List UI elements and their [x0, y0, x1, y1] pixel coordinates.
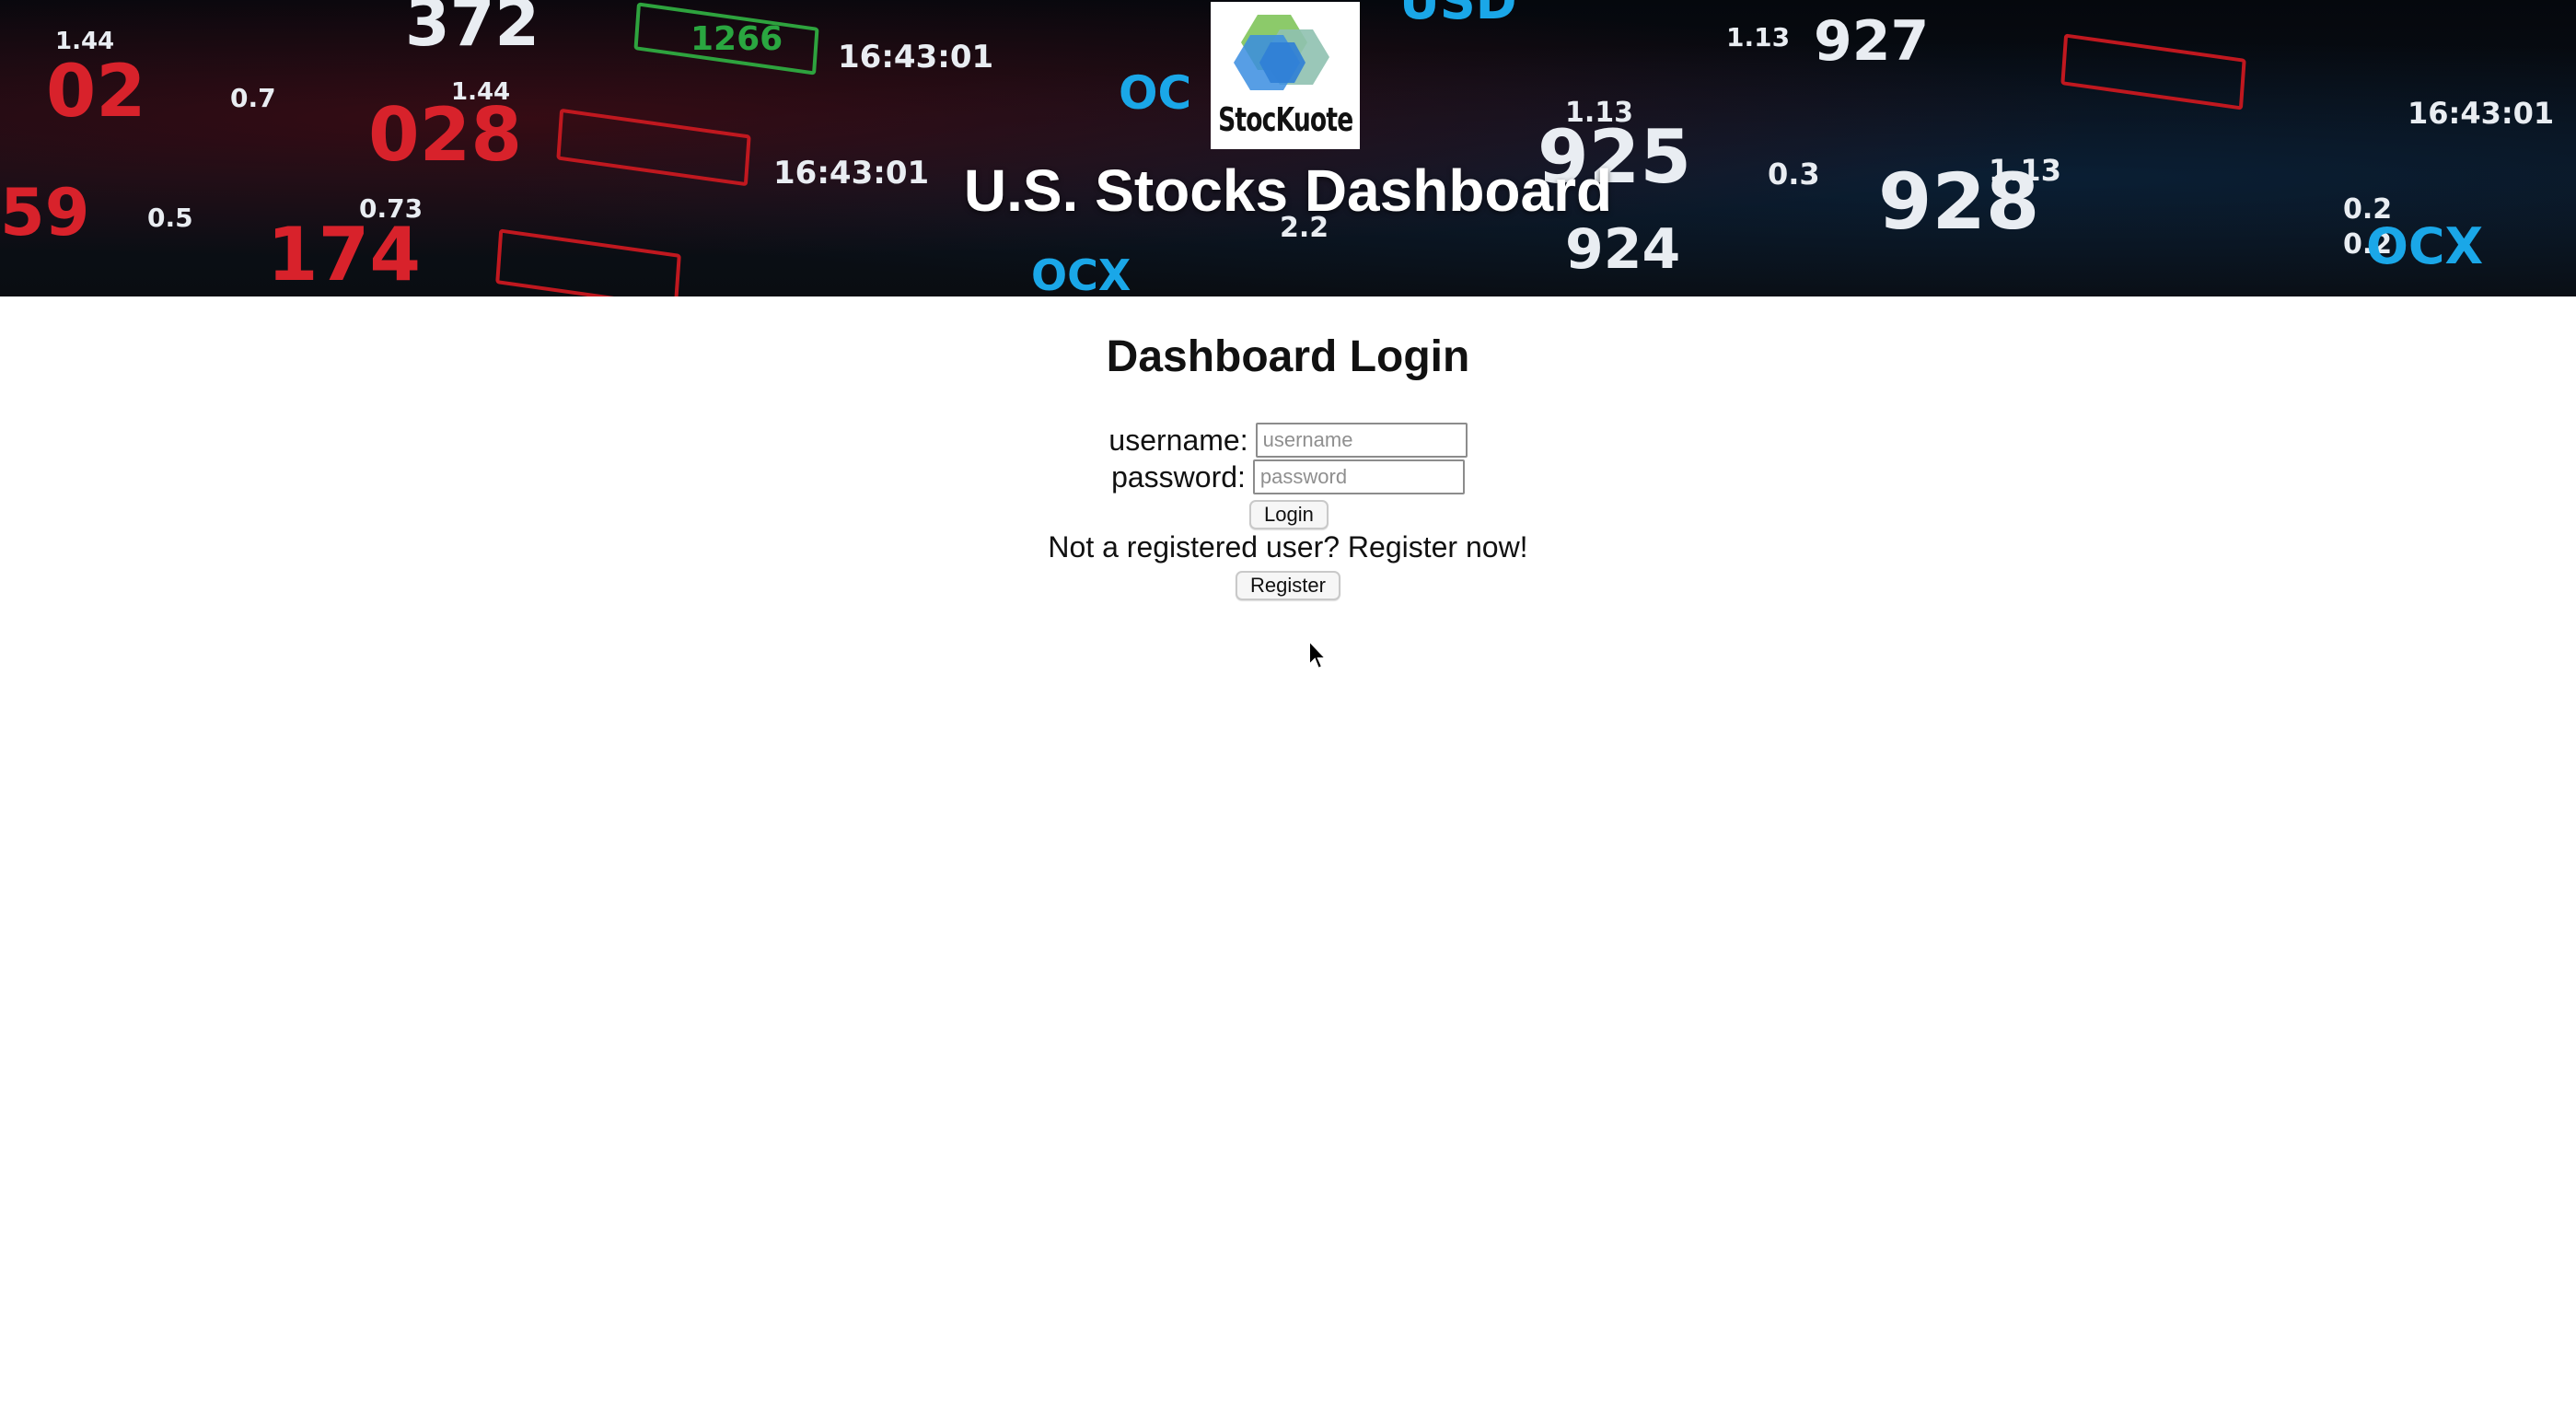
login-title: Dashboard Login	[1106, 332, 1470, 381]
register-button[interactable]: Register	[1236, 571, 1340, 600]
password-input[interactable]	[1252, 459, 1465, 494]
header-banner: 1.44 02 0.7 372 1.44 028 16:43:01 16:43:…	[0, 0, 2576, 296]
register-prompt: Not a registered user? Register now!	[1048, 530, 1528, 564]
login-button[interactable]: Login	[1249, 500, 1329, 529]
stockuote-logo[interactable]: StocKuote	[1211, 2, 1360, 149]
username-label: username:	[1108, 423, 1248, 457]
stockuote-logo-icon	[1234, 15, 1329, 90]
username-input[interactable]	[1255, 423, 1468, 458]
page-title: U.S. Stocks Dashboard	[963, 157, 1613, 224]
password-row: password:	[0, 459, 2576, 494]
password-label: password:	[1111, 459, 1246, 494]
mouse-pointer-icon	[1308, 639, 1329, 670]
logo-text: StocKuote	[1217, 101, 1353, 139]
page: 1.44 02 0.7 372 1.44 028 16:43:01 16:43:…	[0, 0, 2576, 1418]
username-row: username:	[0, 423, 2576, 458]
